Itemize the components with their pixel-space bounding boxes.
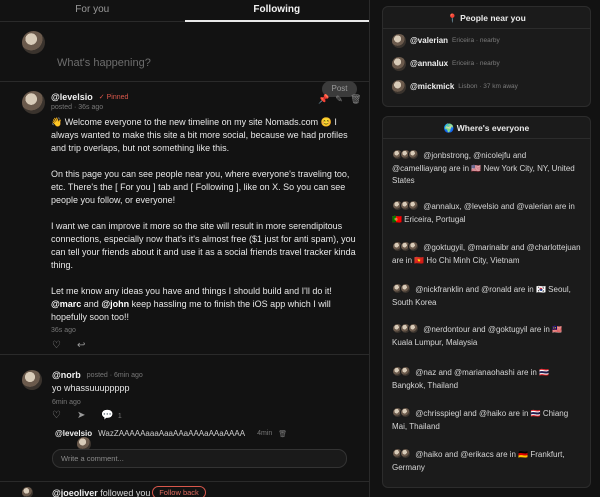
comment-count: 1 [117,413,122,420]
compose-input[interactable]: What's happening? [57,57,151,69]
post-body: 👋 Welcome everyone to the new timeline o… [51,116,363,337]
follower-username[interactable]: @joeoliver [52,488,98,497]
mention-link[interactable]: @marc [51,299,81,309]
comment-icon[interactable]: 💬 [101,410,113,423]
location-group[interactable]: @nerdontour and @goktugyil are in 🇲🇾 Kua… [392,323,582,349]
location-group[interactable]: @goktugyil, @marinaibr and @charlottejua… [392,241,582,267]
edit-icon[interactable]: ✎ [334,94,344,104]
post-paragraph: I want we can improve it more so the sit… [51,221,356,270]
post-username[interactable]: @norb [52,370,81,380]
feed-column: For you Following What's happening? Post… [0,0,370,497]
post-paragraph: Let me know any ideas you have and thing… [51,285,363,324]
location-group-text: @chrisspiegl and @haiko are in 🇹🇭 Chiang… [392,409,569,431]
heart-icon[interactable]: ♡ [52,340,61,351]
comment: @levelsio WazZAAAAAaaaAaaAAaAAAaAAaAAAA … [55,429,287,451]
location-group[interactable]: @chrisspiegl and @haiko are in 🇹🇭 Chiang… [392,407,582,433]
card-title: 🌍 Where's everyone [383,117,590,139]
location-group-text: @jonbstrong, @nicolejfu and @camelliayan… [392,151,575,185]
location-group-text: @naz and @marianaohashi are in 🇹🇭 Bangko… [392,368,550,390]
post-actions: 📌 ✎ 🗑 [318,94,361,104]
location-group[interactable]: @haiko and @erikacs are in 🇩🇪 Frankfurt,… [392,448,582,474]
follow-text: @joeoliver followed you [52,488,150,497]
avatar[interactable] [22,487,33,497]
avatar [392,33,406,48]
send-icon[interactable]: ➤ [77,410,85,423]
location-group-text: @goktugyil, @marinaibr and @charlottejua… [392,243,581,265]
comment-text: WazZAAAAAaaaAaaAAaAAAaAAaAAAA [98,429,246,438]
follow-back-button[interactable]: Follow back [152,486,206,497]
post-paragraph: 👋 Welcome everyone to the new timeline o… [51,117,348,153]
post-body: yo whassuuuppppp [52,383,130,393]
pin-icon[interactable]: 📌 [318,94,329,104]
location-group-text: @nickfranklin and @ronald are in 🇰🇷 Seou… [392,285,571,307]
avatar[interactable] [22,91,45,114]
follow-notification: @joeoliver followed you Follow back [0,481,369,497]
post-action-row: ♡ ↩ [52,340,85,351]
location-group[interactable]: @naz and @marianaohashi are in 🇹🇭 Bangko… [392,366,582,392]
pinned-badge: ✓ Pinned [98,94,129,101]
post-text: and [81,299,102,309]
reply-icon[interactable]: ↩ [77,340,85,351]
location-group-text: @annalux, @levelsio and @valerian are in… [392,202,575,224]
avatar-stack [392,323,419,334]
post-username[interactable]: @levelsio [51,92,93,102]
near-person[interactable]: @annalux Ericeira · nearby [383,52,590,75]
avatar-stack [392,366,411,377]
near-person[interactable]: @mickmick Lisbon · 37 km away [383,75,590,98]
post-time: 6min ago [52,399,81,406]
post-timestamp: posted · 6min ago [86,371,143,379]
location-group-text: @haiko and @erikacs are in 🇩🇪 Frankfurt,… [392,450,565,472]
location-group[interactable]: @annalux, @levelsio and @valerian are in… [392,200,582,226]
avatar-stack [392,200,419,211]
post-text: Let me know any ideas you have and thing… [51,286,332,296]
near-person[interactable]: @valerian Ericeira · nearby [383,29,590,52]
comment-time: 4min [257,430,273,437]
tab-following[interactable]: Following [184,0,370,22]
location-group[interactable]: @jonbstrong, @nicolejfu and @camelliayan… [392,149,582,188]
post-action-row: ♡ ➤ 💬 1 [52,410,122,423]
pinned-post: @levelsio ✓ Pinned posted · 36s ago 📌 ✎ … [0,82,369,355]
near-location: Ericeira · nearby [452,37,500,44]
follow-label: followed you [97,488,151,497]
people-near-card: 📍 People near you @valerian Ericeira · n… [382,6,591,107]
avatar-stack [392,149,419,160]
feed-tabs: For you Following [0,0,369,22]
post-header: @norb posted · 6min ago [52,370,143,380]
composer: What's happening? Post [0,22,369,97]
post-timestamp: posted · 36s ago [51,104,104,111]
near-username[interactable]: @mickmick [410,82,454,91]
location-group[interactable]: @nickfranklin and @ronald are in 🇰🇷 Seou… [392,283,582,309]
mention-link[interactable]: @john [101,299,129,309]
avatar-stack [392,283,411,294]
wheres-everyone-card: 🌍 Where's everyone @jonbstrong, @nicolej… [382,116,591,488]
avatar-stack [392,241,419,252]
avatar-stack [392,407,411,418]
tab-for-you[interactable]: For you [0,0,185,21]
near-username[interactable]: @valerian [410,36,448,45]
comment-input[interactable]: Write a comment... [52,449,347,468]
avatar [392,56,406,71]
near-location: Lisbon · 37 km away [458,83,518,90]
post-time: 36s ago [51,327,76,334]
delete-icon[interactable]: 🗑 [350,94,361,104]
post-header: @levelsio ✓ Pinned [51,92,128,102]
heart-icon[interactable]: ♡ [52,410,61,423]
near-location: Ericeira · nearby [452,60,500,67]
avatar [22,31,45,54]
feed-post: @norb posted · 6min ago yo whassuuuppppp… [0,362,369,482]
post-paragraph: On this page you can see people near you… [51,169,350,205]
card-title: 📍 People near you [383,7,590,29]
near-username[interactable]: @annalux [410,59,448,68]
avatar[interactable] [22,370,42,390]
delete-icon[interactable]: 🗑 [278,430,287,438]
avatar-stack [392,448,411,459]
avatar [392,79,406,94]
